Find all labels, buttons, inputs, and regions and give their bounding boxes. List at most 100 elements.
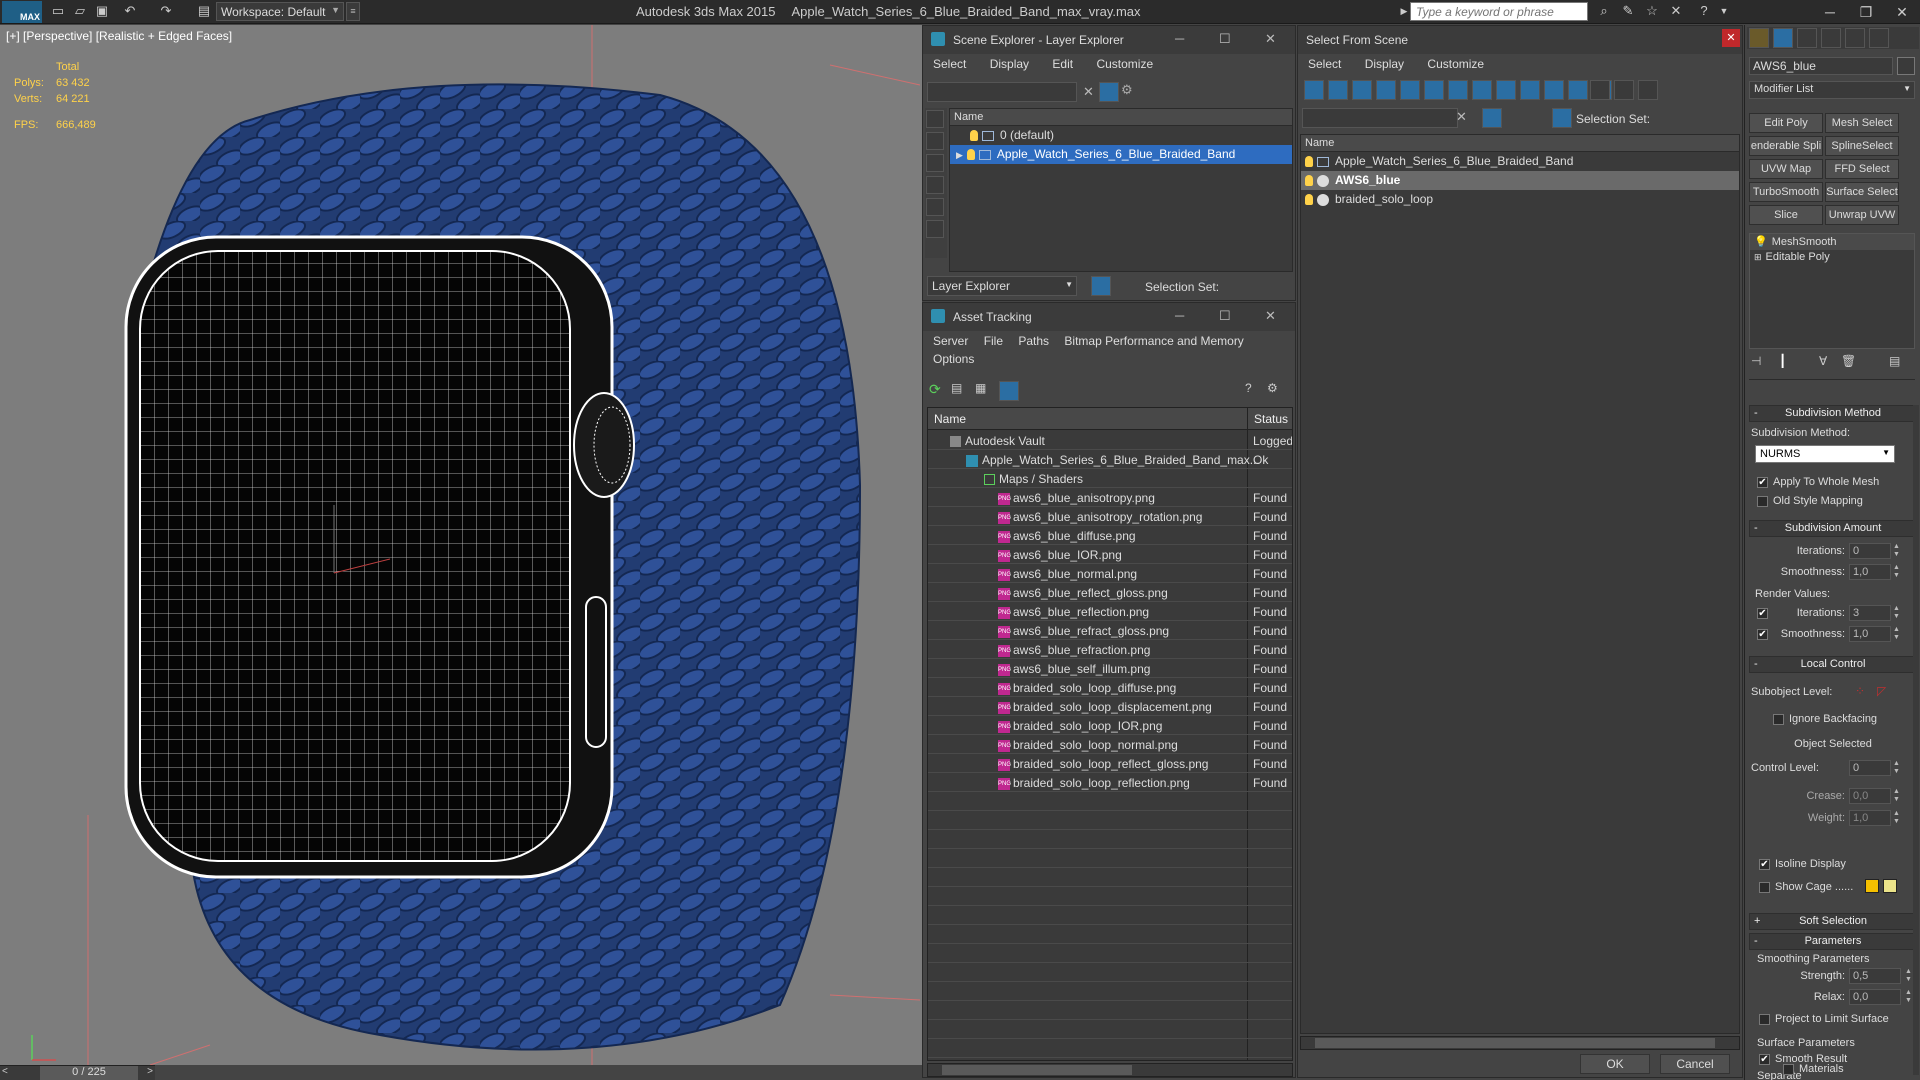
workspace-menu-button[interactable]: ≡ xyxy=(346,2,360,21)
display-containers-icon[interactable] xyxy=(1520,80,1540,100)
scene-explorer-find-input[interactable] xyxy=(927,82,1077,102)
scrollbar-thumb[interactable] xyxy=(942,1065,1132,1075)
filter-options-icon[interactable] xyxy=(1668,80,1688,100)
hierarchy-view-icon[interactable] xyxy=(1113,276,1133,296)
modifier-list-dropdown[interactable]: Modifier List ▼ xyxy=(1749,81,1915,99)
local-control-rollout[interactable]: - Local Control xyxy=(1749,656,1917,673)
vertex-subobject-icon[interactable]: ⁘ xyxy=(1855,684,1865,698)
display-tab-icon[interactable] xyxy=(1845,28,1865,48)
minimize-icon[interactable]: ─ xyxy=(1812,0,1848,24)
sync-selection-icon[interactable]: ⚙ xyxy=(1121,82,1141,102)
modifier-button-uvw-map[interactable]: UVW Map xyxy=(1749,159,1823,179)
hierarchy-toggle-icon[interactable] xyxy=(1692,80,1712,100)
menu-edit[interactable]: Edit xyxy=(1052,57,1073,71)
layer-row-apple-watch[interactable]: ▶ Apple_Watch_Series_6_Blue_Braided_Band xyxy=(950,145,1292,164)
timeline-next-button[interactable]: > xyxy=(147,1066,153,1077)
display-frozen-icon[interactable] xyxy=(1544,80,1564,100)
menu-bitmap-performance[interactable]: Bitmap Performance and Memory xyxy=(1064,334,1243,348)
modifier-button-ffd-select[interactable]: FFD Select xyxy=(1825,159,1899,179)
hierarchy-tab-icon[interactable] xyxy=(1797,28,1817,48)
asset-row[interactable]: PNG aws6_blue_IOR.png Found xyxy=(928,545,1292,564)
lightbulb-icon[interactable] xyxy=(1305,194,1313,206)
layer-view-icon[interactable] xyxy=(1091,276,1111,296)
exchange-icon[interactable]: ✕ xyxy=(1668,3,1684,19)
subdivision-amount-rollout[interactable]: - Subdivision Amount xyxy=(1749,520,1917,537)
help-dropdown-icon[interactable]: ▼ xyxy=(1716,3,1732,19)
sync-selection-icon[interactable] xyxy=(1504,108,1524,128)
asset-row[interactable]: PNG braided_solo_loop_displacement.png Fou… xyxy=(928,697,1292,716)
thumbnail-view-icon[interactable]: ▦ xyxy=(975,381,995,401)
close-icon[interactable]: ✕ xyxy=(1722,29,1740,47)
horizontal-scrollbar[interactable] xyxy=(1300,1036,1740,1050)
asset-row[interactable]: PNG aws6_blue_refraction.png Found xyxy=(928,640,1292,659)
tools-icon[interactable]: ✎ xyxy=(1620,3,1636,19)
timeline-frame-slider[interactable]: 0 / 225 xyxy=(40,1066,138,1080)
search-input[interactable] xyxy=(1410,2,1588,21)
menu-customize[interactable]: Customize xyxy=(1096,57,1153,71)
display-geometry-icon[interactable] xyxy=(926,110,944,128)
column-header-name[interactable]: Name xyxy=(950,109,1292,126)
clear-search-icon[interactable]: ✕ xyxy=(1083,84,1094,100)
asset-row[interactable]: PNG aws6_blue_refract_gloss.png Found xyxy=(928,621,1292,640)
expand-icon[interactable]: ⊞ xyxy=(1754,252,1762,262)
star-icon[interactable]: ☆ xyxy=(1644,3,1660,19)
table-view-icon[interactable] xyxy=(999,381,1019,401)
lightbulb-icon[interactable] xyxy=(966,149,975,161)
help-icon[interactable]: ? xyxy=(1696,3,1712,19)
asset-row[interactable]: Autodesk Vault Logged xyxy=(928,431,1292,450)
object-name-input[interactable] xyxy=(1749,57,1893,75)
scrollbar-thumb[interactable] xyxy=(1315,1038,1715,1048)
close-icon[interactable]: ✕ xyxy=(1265,31,1276,47)
project-limit-surface-checkbox[interactable] xyxy=(1759,1014,1770,1025)
app-logo[interactable]: MAX xyxy=(2,1,42,23)
display-helpers-icon[interactable] xyxy=(1400,80,1420,100)
redo-icon[interactable]: ↷ xyxy=(158,3,174,19)
menu-options[interactable]: Options xyxy=(933,352,974,366)
subdivision-method-rollout[interactable]: - Subdivision Method xyxy=(1749,405,1917,422)
render-iterations-spinner[interactable]: 3 xyxy=(1849,605,1891,621)
display-shapes-icon[interactable] xyxy=(1328,80,1348,100)
filter-icon[interactable] xyxy=(1482,108,1502,128)
strength-spinner[interactable]: 0,5 xyxy=(1849,968,1901,984)
soft-selection-rollout[interactable]: + Soft Selection xyxy=(1749,913,1917,930)
edge-subobject-icon[interactable]: ◸ xyxy=(1877,684,1886,698)
display-bones-icon[interactable] xyxy=(1496,80,1516,100)
display-shapes-icon[interactable] xyxy=(926,132,944,150)
spinner-arrows-icon[interactable]: ▲ ▼ xyxy=(1893,564,1901,580)
time-slider[interactable]: < 0 / 225 > xyxy=(0,1065,155,1080)
ok-button[interactable]: OK xyxy=(1580,1054,1650,1074)
menu-select[interactable]: Select xyxy=(933,57,966,71)
cancel-button[interactable]: Cancel xyxy=(1660,1054,1730,1074)
relax-spinner[interactable]: 0,0 xyxy=(1849,989,1901,1005)
asset-row[interactable]: PNG braided_solo_loop_reflect_gloss.png Fo… xyxy=(928,754,1292,773)
weight-spinner[interactable]: 1,0 xyxy=(1849,810,1891,826)
lightbulb-icon[interactable] xyxy=(970,130,978,142)
modifier-button-unwrap-uvw[interactable]: Unwrap UVW xyxy=(1825,205,1899,225)
select-invert-icon[interactable] xyxy=(1638,80,1658,100)
perspective-viewport[interactable]: [+] [Perspective] [Realistic + Edged Fac… xyxy=(0,25,922,1065)
display-helpers-icon[interactable] xyxy=(926,198,944,216)
select-find-input[interactable] xyxy=(1302,108,1458,128)
list-view-icon[interactable]: ▤ xyxy=(951,381,971,401)
smooth-result-checkbox[interactable]: ✔ xyxy=(1759,1054,1770,1065)
modifier-button-surface-select[interactable]: Surface Select xyxy=(1825,182,1899,202)
lightbulb-icon[interactable] xyxy=(1305,156,1313,168)
apply-whole-mesh-checkbox[interactable]: ✔ xyxy=(1757,477,1768,488)
show-end-result-icon[interactable]: ┃ xyxy=(1779,354,1799,374)
display-spacewarps-icon[interactable] xyxy=(1424,80,1444,100)
asset-row[interactable]: PNG braided_solo_loop_diffuse.png Found xyxy=(928,678,1292,697)
isoline-display-checkbox[interactable]: ✔ xyxy=(1759,859,1770,870)
asset-row[interactable]: PNG braided_solo_loop_IOR.png Found xyxy=(928,716,1292,735)
lightbulb-icon[interactable]: 💡 xyxy=(1754,236,1768,248)
asset-row[interactable]: PNG braided_solo_loop_normal.png Found xyxy=(928,735,1292,754)
materials-checkbox[interactable] xyxy=(1783,1064,1794,1075)
close-icon[interactable]: ✕ xyxy=(1265,308,1276,324)
display-lights-icon[interactable] xyxy=(926,154,944,172)
object-row[interactable]: AWS6_blue xyxy=(1301,171,1739,190)
project-folder-icon[interactable]: ▤ xyxy=(196,3,212,19)
spinner-arrows-icon[interactable]: ▲ ▼ xyxy=(1893,788,1901,804)
display-hidden-icon[interactable] xyxy=(1568,80,1588,100)
menu-customize[interactable]: Customize xyxy=(1427,57,1484,71)
modify-tab-icon[interactable] xyxy=(1773,28,1793,48)
modifier-button-edit-poly[interactable]: Edit Poly xyxy=(1749,113,1823,133)
